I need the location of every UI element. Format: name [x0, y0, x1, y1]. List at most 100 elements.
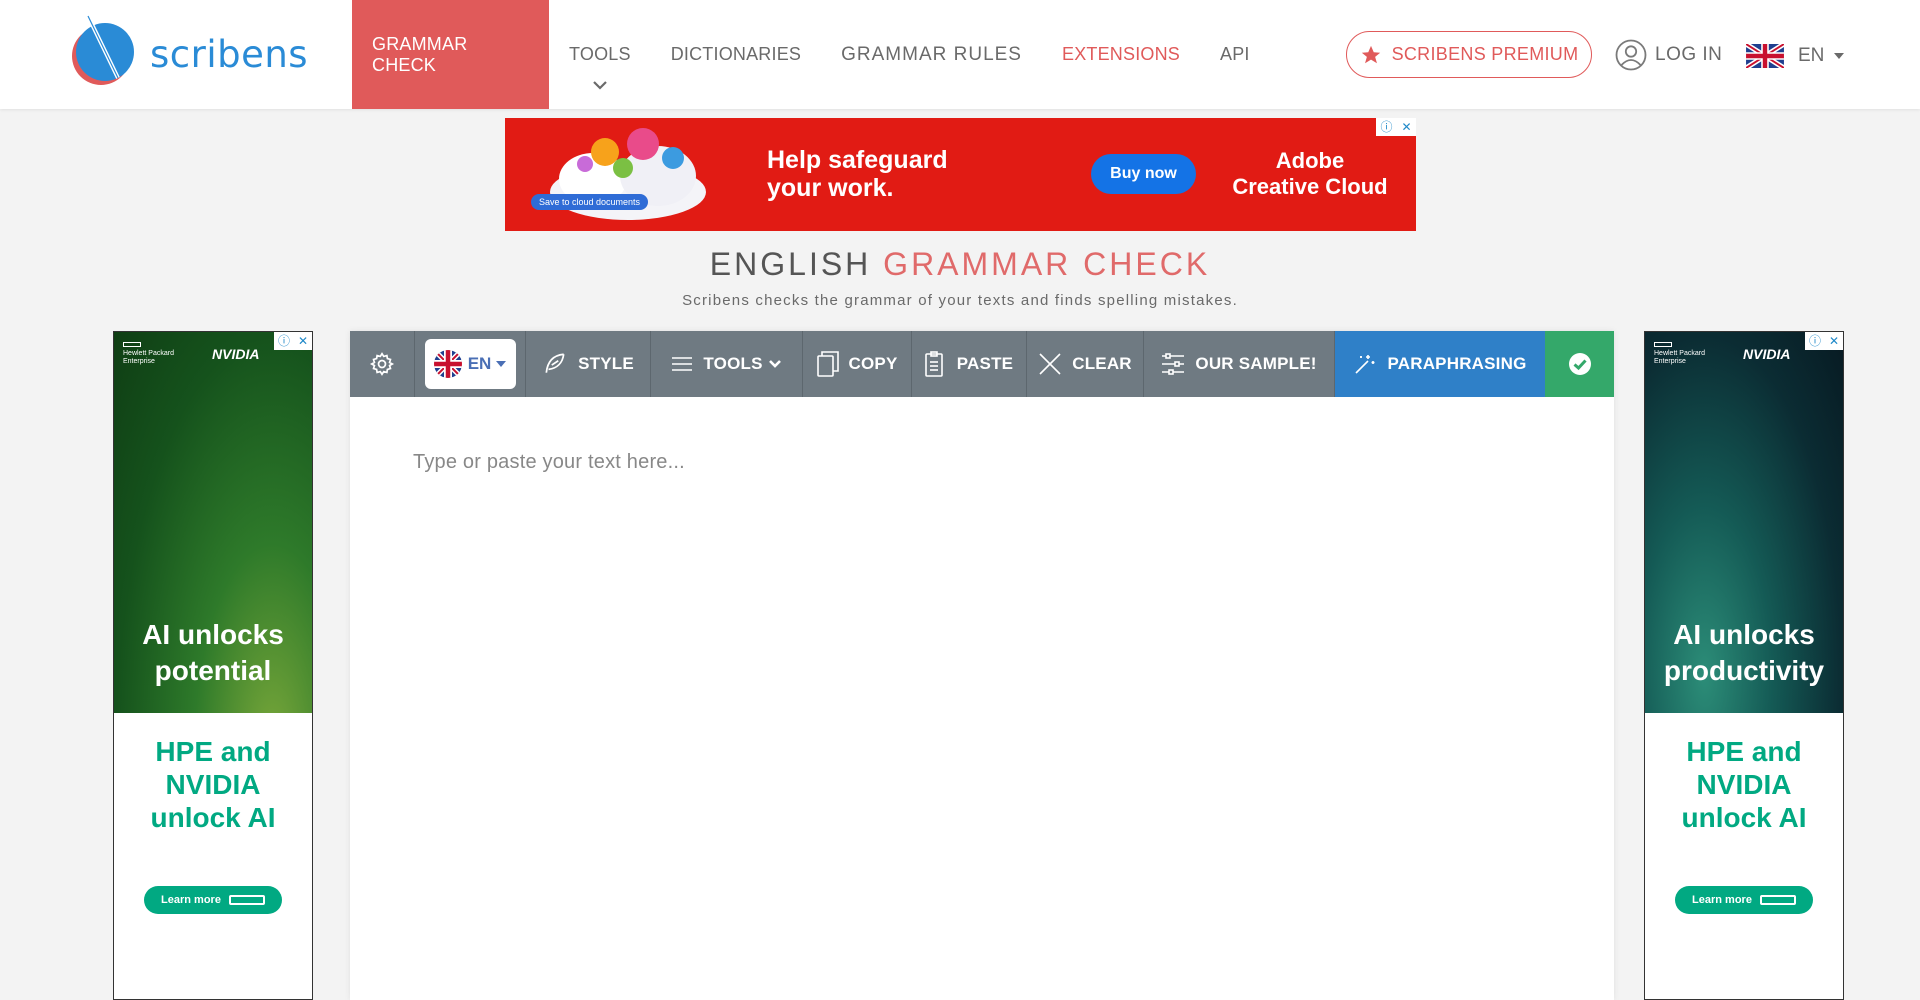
clear-button[interactable]: CLEAR: [1027, 331, 1144, 397]
scribens-logo[interactable]: scribens: [64, 12, 308, 96]
hpe-logo-line: Enterprise: [123, 358, 155, 365]
uk-flag-icon: [433, 350, 462, 378]
ad-headline: Help safeguard your work.: [767, 146, 948, 202]
chevron-down-icon: [768, 360, 781, 368]
nav-tools[interactable]: TOOLS: [549, 0, 651, 109]
ad-learn-more-button[interactable]: Learn more: [144, 886, 282, 914]
ad-info-icon[interactable]: ⓘ: [278, 334, 290, 348]
ad-teal-line: NVIDIA: [165, 769, 261, 800]
copy-button[interactable]: COPY: [803, 331, 912, 397]
arrow-icon: [1759, 895, 1796, 905]
ad-choices[interactable]: ⓘ ✕: [1376, 118, 1416, 136]
sample-button[interactable]: OUR SAMPLE!: [1144, 331, 1335, 397]
language-selector[interactable]: EN: [1746, 40, 1845, 72]
scribens-logo-icon: [72, 15, 134, 85]
menu-icon: [672, 357, 693, 371]
copy-icon: [816, 351, 839, 377]
ad-big-line: AI unlocks: [142, 619, 284, 650]
premium-button[interactable]: SCRIBENS PREMIUM: [1346, 31, 1592, 78]
nav-label: TOOLS: [569, 44, 631, 64]
ad-buy-button[interactable]: Buy now: [1091, 154, 1196, 194]
close-icon[interactable]: ✕: [1401, 120, 1411, 134]
ad-teal-line: HPE and: [155, 736, 271, 767]
nav-grammar-check[interactable]: GRAMMAR CHECK: [352, 0, 549, 109]
chevron-down-icon: [593, 81, 607, 90]
hpe-logo: Hewlett Packard Enterprise: [123, 342, 174, 366]
nav-dictionaries[interactable]: DICTIONARIES: [651, 0, 821, 109]
ad-tag: Save to cloud documents: [531, 194, 649, 210]
page-title: ENGLISH GRAMMAR CHECK: [0, 246, 1920, 283]
ad-headline-line: Help safeguard: [767, 146, 948, 174]
tools-dropdown[interactable]: TOOLS: [651, 331, 803, 397]
magic-wand-icon: [1355, 355, 1375, 374]
caret-down-icon: [496, 361, 507, 367]
text-input[interactable]: Type or paste your text here...: [413, 451, 685, 474]
star-icon: [1361, 45, 1380, 63]
logo-text: scribens: [150, 32, 309, 76]
paraphrasing-button[interactable]: PARAPHRASING: [1335, 331, 1545, 397]
settings-button[interactable]: [350, 331, 415, 397]
copy-label: COPY: [848, 354, 898, 373]
paste-label: PASTE: [956, 354, 1014, 373]
nav-label: GRAMMAR CHECK: [372, 33, 468, 75]
editor-toolbar: EN STYLE TOOLS COPY PASTE CLEAR OUR SAMP…: [350, 331, 1614, 397]
ad-image: Hewlett Packard Enterprise NVIDIA AI unl…: [114, 332, 312, 713]
ad-choices[interactable]: ⓘ ✕: [274, 332, 312, 350]
ad-brand-line: Adobe: [1275, 148, 1345, 173]
paste-button[interactable]: PASTE: [912, 331, 1027, 397]
hpe-logo-mark: [1654, 342, 1672, 347]
tools-label: TOOLS: [703, 354, 763, 373]
uk-flag-icon: [1746, 44, 1784, 68]
hpe-logo-line: Enterprise: [1654, 358, 1686, 365]
ad-info-icon[interactable]: ⓘ: [1809, 334, 1821, 348]
ad-big-text: AI unlocks productivity: [1645, 617, 1843, 689]
top-banner-ad[interactable]: Save to cloud documents Help safeguard y…: [505, 118, 1416, 231]
sliders-icon: [1162, 353, 1185, 375]
ad-choices[interactable]: ⓘ ✕: [1805, 332, 1843, 350]
title-part-highlight: GRAMMAR CHECK: [883, 246, 1211, 282]
site-header: scribens GRAMMAR CHECK TOOLS DICTIONARIE…: [0, 0, 1920, 109]
ad-big-line: AI unlocks: [1673, 619, 1815, 650]
ad-brand-line: Creative Cloud: [1232, 174, 1388, 199]
gear-icon: [369, 352, 395, 376]
ad-big-line: potential: [154, 655, 272, 686]
ad-teal-text: HPE and NVIDIA unlock AI: [1645, 735, 1843, 834]
left-side-ad[interactable]: Hewlett Packard Enterprise NVIDIA AI unl…: [113, 331, 313, 1000]
ad-info-icon[interactable]: ⓘ: [1380, 120, 1392, 134]
login-link[interactable]: LOG IN: [1615, 36, 1722, 74]
nav-label: API: [1220, 44, 1250, 64]
ad-headline-line: your work.: [767, 174, 894, 202]
close-icon[interactable]: ✕: [1829, 334, 1839, 348]
premium-label: SCRIBENS PREMIUM: [1391, 44, 1579, 64]
nav-extensions[interactable]: EXTENSIONS: [1042, 0, 1200, 109]
style-label: STYLE: [578, 354, 634, 373]
ad-teal-line: unlock AI: [150, 802, 276, 833]
hpe-logo-line: Hewlett Packard: [1654, 350, 1705, 357]
paste-icon: [924, 351, 943, 377]
nav-grammar-rules[interactable]: GRAMMAR RULES: [821, 0, 1042, 109]
ad-teal-line: unlock AI: [1681, 802, 1807, 833]
ad-image: Hewlett Packard Enterprise NVIDIA AI unl…: [1645, 332, 1843, 713]
check-button[interactable]: [1545, 331, 1614, 397]
caret-down-icon: [1834, 53, 1845, 59]
nav-api[interactable]: API: [1200, 0, 1270, 109]
learn-more-label: Learn more: [161, 894, 221, 906]
ad-brand: Adobe Creative Cloud: [1225, 148, 1395, 200]
style-button[interactable]: STYLE: [526, 331, 651, 397]
right-side-ad[interactable]: Hewlett Packard Enterprise NVIDIA AI unl…: [1644, 331, 1844, 1000]
grammar-editor: EN STYLE TOOLS COPY PASTE CLEAR OUR SAMP…: [350, 331, 1614, 1000]
language-dropdown[interactable]: EN: [415, 331, 526, 397]
sample-label: OUR SAMPLE!: [1195, 354, 1317, 373]
page-subtitle: Scribens checks the grammar of your text…: [682, 292, 1238, 309]
nav-label: DICTIONARIES: [670, 44, 802, 64]
language-pill[interactable]: EN: [424, 339, 516, 389]
ad-learn-more-button[interactable]: Learn more: [1675, 886, 1813, 914]
user-icon: [1615, 39, 1647, 71]
hpe-logo: Hewlett Packard Enterprise: [1654, 342, 1705, 366]
arrow-icon: [228, 895, 265, 905]
ad-big-text: AI unlocks potential: [114, 617, 312, 689]
clear-label: CLEAR: [1072, 354, 1132, 373]
close-icon[interactable]: ✕: [298, 334, 308, 348]
nav-label: EXTENSIONS: [1061, 44, 1181, 64]
ad-teal-text: HPE and NVIDIA unlock AI: [114, 735, 312, 834]
